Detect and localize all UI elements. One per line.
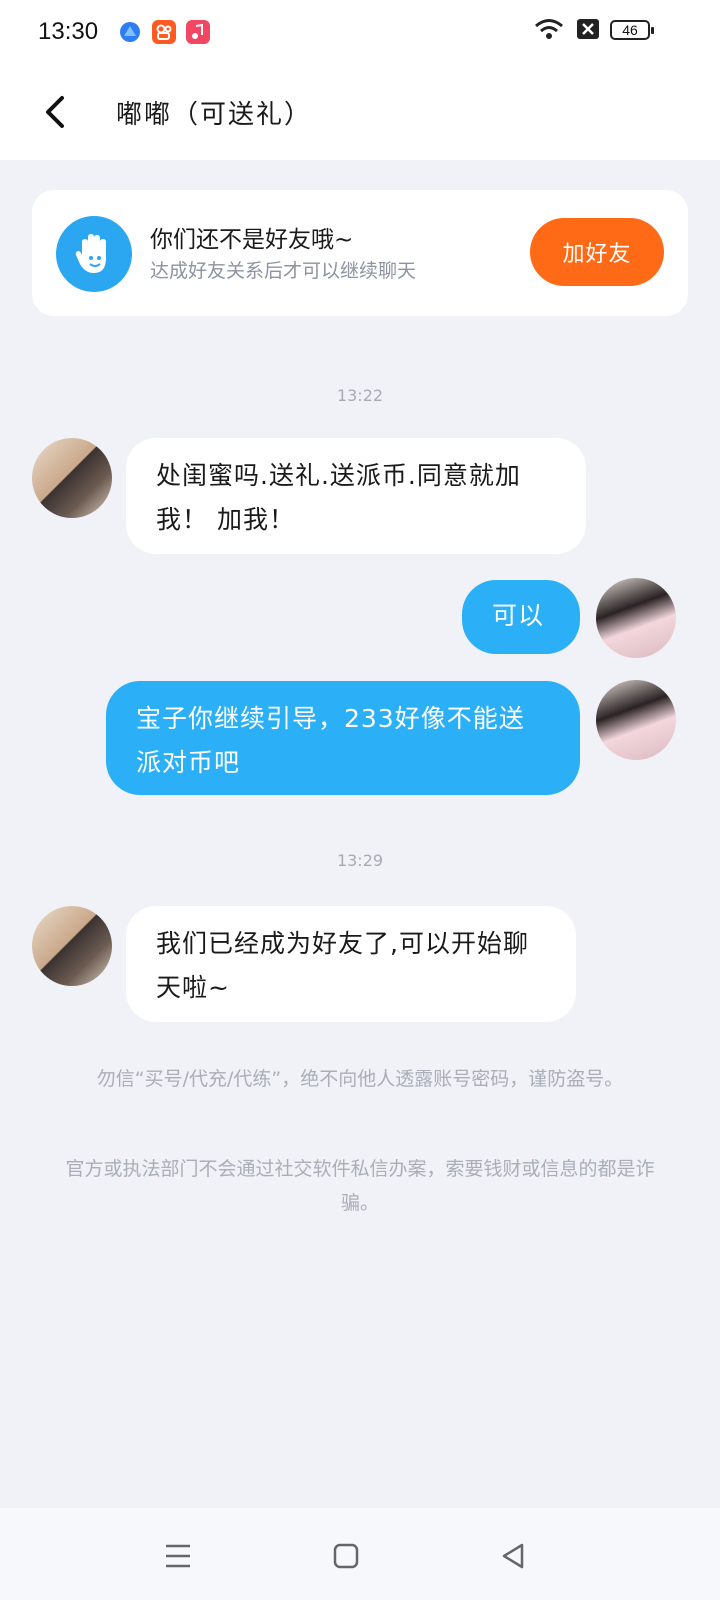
home-icon[interactable]	[326, 1536, 366, 1576]
avatar[interactable]	[32, 906, 112, 986]
message-bubble-outgoing[interactable]: 宝子你继续引导，233好像不能送派对币吧	[106, 681, 580, 795]
add-friend-button[interactable]: 加好友	[530, 218, 664, 286]
safety-notice: 官方或执法部门不会通过社交软件私信办案，索要钱财或信息的都是诈骗。	[65, 1158, 655, 1214]
avatar[interactable]	[596, 680, 676, 760]
avatar[interactable]	[32, 438, 112, 518]
chat-header: 嘟嘟（可送礼）	[0, 64, 720, 160]
status-indicators	[534, 18, 600, 40]
safety-notice: 勿信“买号/代充/代练”，绝不向他人透露账号密码，谨防盗号。	[96, 1068, 624, 1090]
friend-request-card: 你们还不是好友哦~ 达成好友关系后才可以继续聊天 加好友	[32, 190, 688, 316]
status-time: 13:30	[38, 18, 99, 45]
chat-title: 嘟嘟（可送礼）	[116, 100, 313, 130]
back-triangle-icon[interactable]	[494, 1536, 534, 1576]
blue-app-icon	[118, 20, 142, 44]
notification-x-icon	[577, 19, 599, 39]
friend-card-title: 你们还不是好友哦~	[150, 227, 354, 253]
avatar[interactable]	[596, 578, 676, 658]
wifi-icon	[535, 19, 563, 39]
message-bubble-outgoing[interactable]: 可以	[462, 580, 580, 654]
chevron-left-icon[interactable]	[36, 90, 76, 134]
message-bubble-incoming[interactable]: 处闺蜜吗.送礼.送派币.同意就加我！ 加我！	[126, 438, 586, 554]
friend-card-subtitle: 达成好友关系后才可以继续聊天	[150, 260, 417, 282]
menu-icon[interactable]	[158, 1536, 198, 1576]
kuaishou-icon	[152, 20, 176, 44]
system-navigation-bar	[0, 1508, 720, 1600]
battery-indicator: 46	[610, 20, 654, 40]
music-icon	[186, 20, 210, 44]
message-timestamp: 13:22	[336, 386, 384, 405]
hand-wave-icon	[56, 216, 132, 292]
status-bar: 13:30 46	[0, 0, 720, 64]
message-timestamp: 13:29	[336, 851, 384, 870]
message-bubble-incoming[interactable]: 我们已经成为好友了,可以开始聊天啦~	[126, 906, 576, 1022]
